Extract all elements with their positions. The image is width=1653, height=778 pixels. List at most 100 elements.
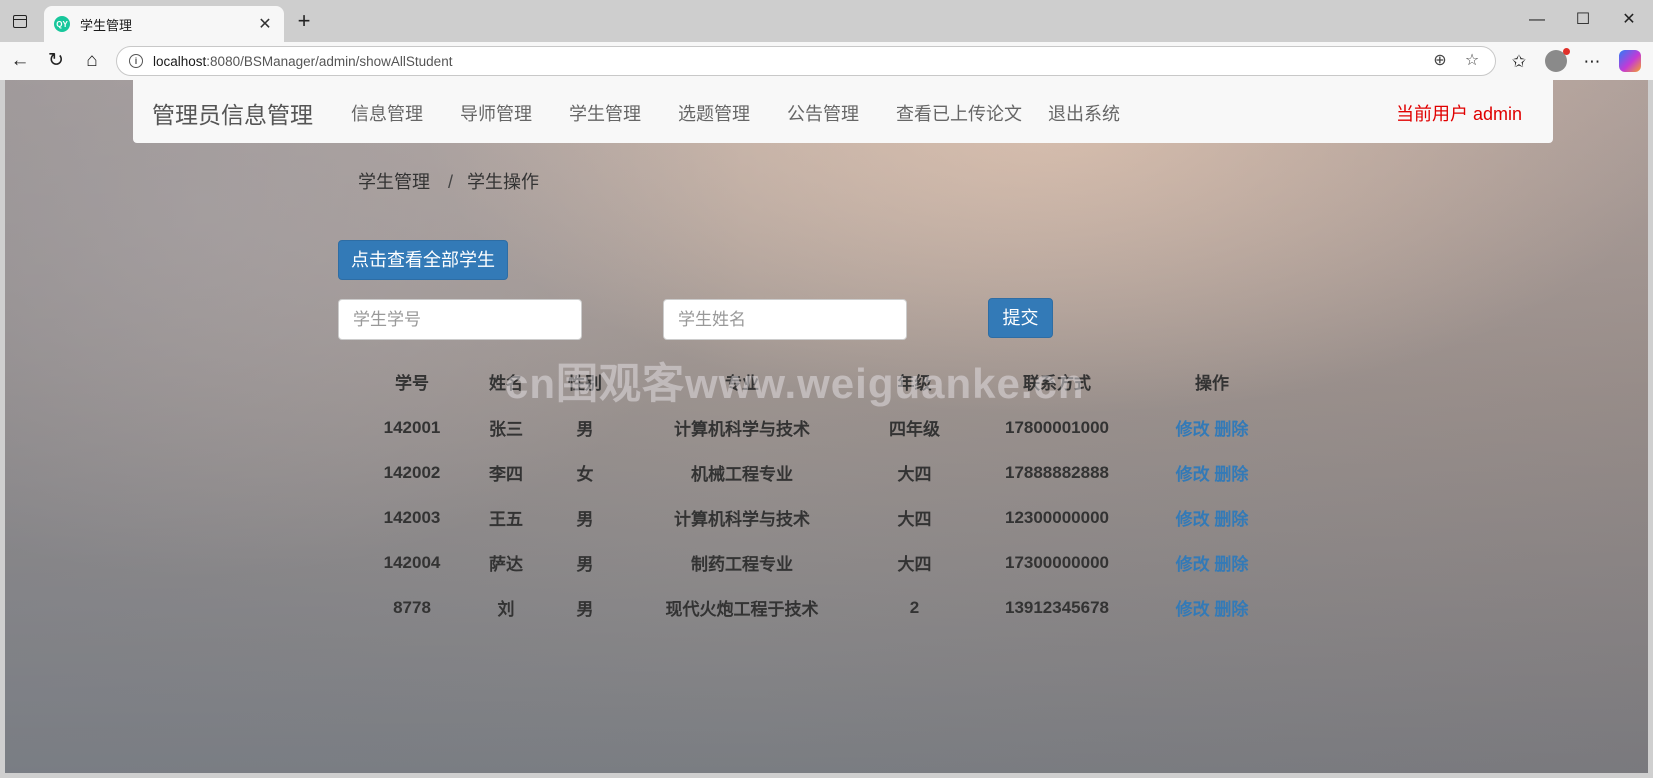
header-operation: 操作 <box>1195 373 1229 393</box>
nav-item-notice[interactable]: 公告管理 <box>787 100 859 126</box>
edit-link[interactable]: 修改 <box>1176 420 1210 439</box>
nav-item-student[interactable]: 学生管理 <box>569 100 641 126</box>
table-row: 142004 萨达 男 制药工程专业 大四 17300000000 修改 删除 <box>365 540 1272 585</box>
cell-id: 8778 <box>393 597 431 617</box>
header-id: 学号 <box>395 373 429 393</box>
address-bar[interactable]: i localhost:8080/BSManager/admin/showAll… <box>116 46 1496 76</box>
top-navbar: 管理员信息管理 信息管理 导师管理 学生管理 选题管理 公告管理 查看已上传论文… <box>133 80 1553 143</box>
cell-phone: 17888882888 <box>1004 462 1109 482</box>
cell-grade: 2 <box>909 597 920 617</box>
favicon-icon: QY <box>54 16 70 32</box>
copilot-icon[interactable] <box>1619 50 1641 72</box>
cell-sex: 男 <box>576 555 594 574</box>
breadcrumb-current: 学生操作 <box>467 172 540 192</box>
table-row: 142001 张三 男 计算机科学与技术 四年级 17800001000 修改 … <box>365 405 1272 450</box>
maximize-icon[interactable]: ☐ <box>1568 8 1598 32</box>
more-menu-icon[interactable]: ⋯ <box>1580 50 1604 74</box>
cell-id: 142004 <box>383 552 441 572</box>
show-all-students-button[interactable]: 点击查看全部学生 <box>338 240 508 280</box>
favorites-icon[interactable]: ✩ <box>1507 50 1531 74</box>
cell-operation: 修改 删除 <box>1152 540 1272 585</box>
submit-button[interactable]: 提交 <box>988 298 1053 338</box>
tab-actions-icon[interactable] <box>10 11 30 31</box>
edit-link[interactable]: 修改 <box>1176 555 1210 574</box>
delete-link[interactable]: 删除 <box>1214 465 1248 484</box>
table-header-row: 学号 姓名 性别 专业 年级 联系方式 操作 <box>365 357 1272 405</box>
cell-operation: 修改 删除 <box>1152 495 1272 540</box>
browser-tab-bar: QY 学生管理 ✕ + — ☐ ✕ <box>0 0 1653 42</box>
edit-link[interactable]: 修改 <box>1176 510 1210 529</box>
minimize-icon[interactable]: — <box>1522 8 1552 32</box>
cell-sex: 男 <box>576 420 594 439</box>
student-id-input[interactable] <box>338 299 582 340</box>
browser-tab-active[interactable]: QY 学生管理 ✕ <box>44 6 284 42</box>
edit-link[interactable]: 修改 <box>1176 600 1210 619</box>
header-sex: 性别 <box>568 373 602 393</box>
cell-major: 制药工程专业 <box>691 555 793 574</box>
breadcrumb: 学生管理 / 学生操作 <box>358 168 539 194</box>
cell-name: 张三 <box>489 420 523 439</box>
cell-grade: 四年级 <box>889 420 940 439</box>
window-close-icon[interactable]: ✕ <box>1614 8 1644 32</box>
cell-grade: 大四 <box>897 555 932 574</box>
nav-item-topic[interactable]: 选题管理 <box>678 100 750 126</box>
header-grade: 年级 <box>897 373 932 393</box>
current-user: 当前用户 admin <box>1396 104 1523 124</box>
cell-major: 计算机科学与技术 <box>674 420 810 439</box>
nav-item-info[interactable]: 信息管理 <box>351 100 423 126</box>
home-icon[interactable]: ⌂ <box>80 49 104 73</box>
edit-link[interactable]: 修改 <box>1176 465 1210 484</box>
cell-grade: 大四 <box>897 510 932 529</box>
delete-link[interactable]: 删除 <box>1214 555 1248 574</box>
favorite-star-icon[interactable]: ☆ <box>1461 50 1483 72</box>
cell-operation: 修改 删除 <box>1152 585 1272 630</box>
student-name-input[interactable] <box>663 299 907 340</box>
table-row: 142002 李四 女 机械工程专业 大四 17888882888 修改 删除 <box>365 450 1272 495</box>
delete-link[interactable]: 删除 <box>1214 600 1248 619</box>
navbar-brand[interactable]: 管理员信息管理 <box>152 96 313 130</box>
url-host: localhost <box>153 53 207 69</box>
table-row: 8778 刘 男 现代火炮工程于技术 2 13912345678 修改 删除 <box>365 585 1272 630</box>
header-phone: 联系方式 <box>1023 373 1091 393</box>
url-path: :8080/BSManager/admin/showAllStudent <box>206 53 453 69</box>
tab-close-icon[interactable]: ✕ <box>256 14 274 34</box>
cell-sex: 男 <box>576 510 594 529</box>
cell-name: 萨达 <box>489 555 523 574</box>
cell-id: 142003 <box>383 507 441 527</box>
profile-avatar-icon[interactable] <box>1545 48 1570 72</box>
zoom-icon[interactable]: ⊕ <box>1429 50 1451 72</box>
cell-sex: 女 <box>576 465 594 484</box>
back-icon[interactable]: ← <box>8 49 32 73</box>
students-table: 学号 姓名 性别 专业 年级 联系方式 操作 142001 张三 男 计算机科学… <box>365 357 1272 630</box>
nav-item-tutor[interactable]: 导师管理 <box>460 100 532 126</box>
cell-name: 刘 <box>497 600 515 619</box>
cell-operation: 修改 删除 <box>1152 405 1272 450</box>
cell-id: 142002 <box>383 462 441 482</box>
nav-item-logout[interactable]: 退出系统 <box>1048 100 1120 126</box>
cell-grade: 大四 <box>897 465 932 484</box>
site-info-icon[interactable]: i <box>129 54 143 68</box>
tab-title: 学生管理 <box>80 17 133 33</box>
nav-item-papers[interactable]: 查看已上传论文 <box>896 100 1022 126</box>
reload-icon[interactable]: ↻ <box>44 49 68 73</box>
cell-id: 142001 <box>383 417 441 437</box>
delete-link[interactable]: 删除 <box>1214 420 1248 439</box>
header-major: 专业 <box>725 373 759 393</box>
delete-link[interactable]: 删除 <box>1214 510 1248 529</box>
cell-phone: 17300000000 <box>1004 552 1109 572</box>
cell-sex: 男 <box>576 600 594 619</box>
cell-major: 现代火炮工程于技术 <box>665 600 819 619</box>
header-name: 姓名 <box>489 373 523 393</box>
breadcrumb-parent[interactable]: 学生管理 <box>358 172 430 192</box>
cell-phone: 12300000000 <box>1004 507 1109 527</box>
page-viewport: 管理员信息管理 信息管理 导师管理 学生管理 选题管理 公告管理 查看已上传论文… <box>5 80 1648 773</box>
cell-major: 机械工程专业 <box>691 465 793 484</box>
cell-phone: 13912345678 <box>1004 597 1109 617</box>
breadcrumb-separator: / <box>448 172 454 192</box>
cell-phone: 17800001000 <box>1004 417 1109 437</box>
cell-name: 李四 <box>489 465 523 484</box>
table-row: 142003 王五 男 计算机科学与技术 大四 12300000000 修改 删… <box>365 495 1272 540</box>
cell-major: 计算机科学与技术 <box>674 510 810 529</box>
cell-name: 王五 <box>489 510 523 529</box>
new-tab-icon[interactable]: + <box>292 9 316 33</box>
